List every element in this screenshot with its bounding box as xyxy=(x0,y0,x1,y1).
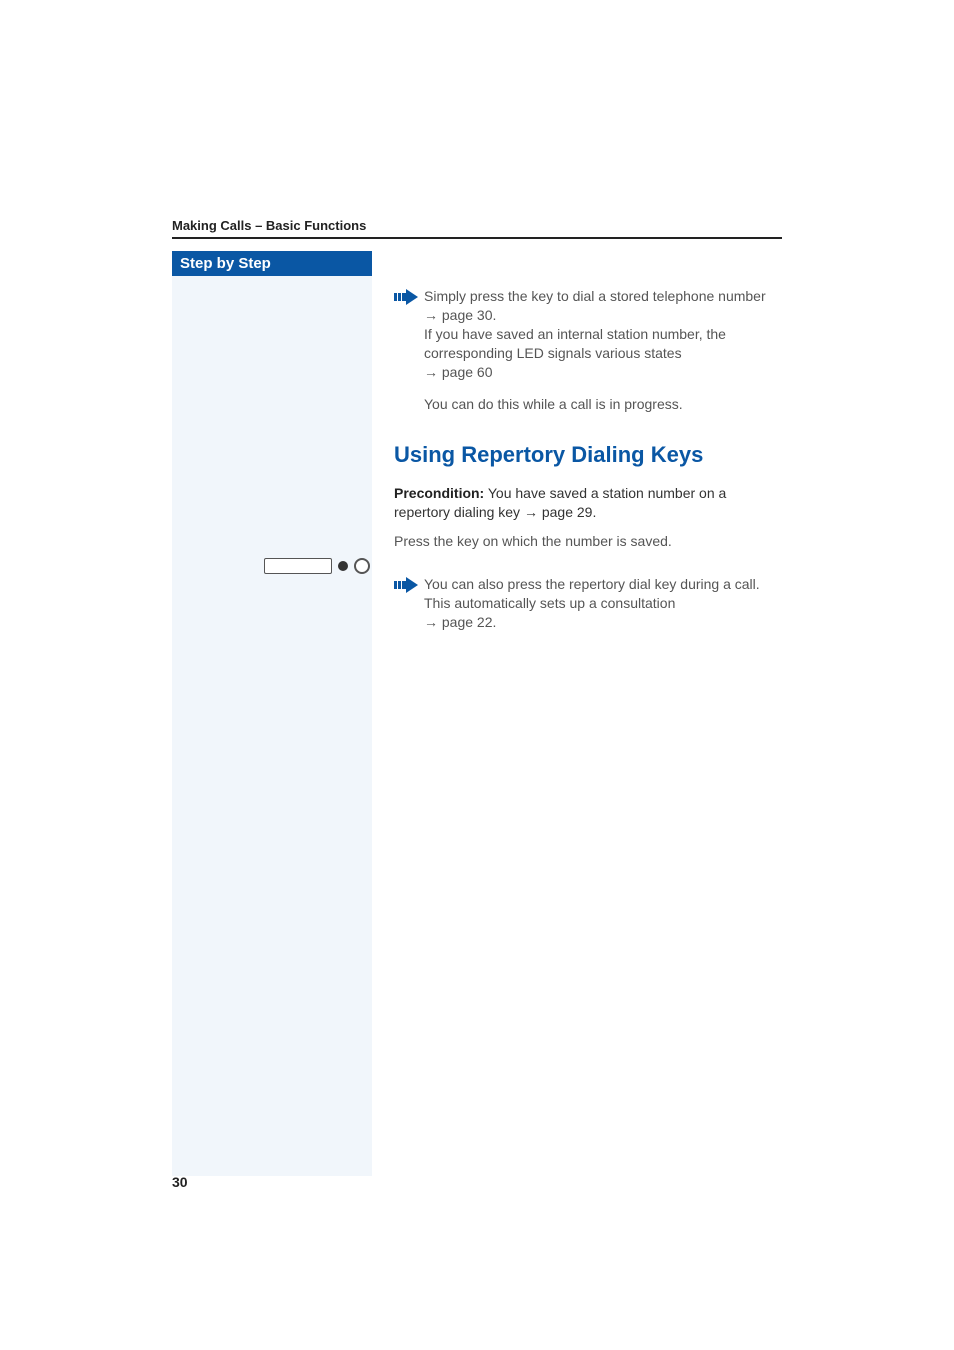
instruction-text: Press the key on which the number is sav… xyxy=(394,532,782,551)
note-arrow-icon xyxy=(394,289,418,310)
note-1-after: You can do this while a call is in progr… xyxy=(424,395,782,414)
precondition-ref: → page 29. xyxy=(524,504,596,520)
main-content: Simply press the key to dial a stored te… xyxy=(394,251,782,1176)
page-number: 30 xyxy=(172,1174,188,1190)
note-1-ref1: → page 30. xyxy=(424,307,496,323)
section-heading: Using Repertory Dialing Keys xyxy=(394,442,782,468)
note-block-1: Simply press the key to dial a stored te… xyxy=(394,287,782,381)
note-arrow-icon xyxy=(394,577,418,598)
led-off-icon xyxy=(354,558,370,574)
key-outline-icon xyxy=(264,558,332,574)
step-by-step-header: Step by Step xyxy=(172,251,372,276)
note-1-line2: If you have saved an internal station nu… xyxy=(424,326,726,361)
note-2-line1: You can also press the repertory dial ke… xyxy=(424,576,760,611)
note-2-ref: → page 22. xyxy=(424,614,496,630)
sidebar: Step by Step xyxy=(172,251,372,1176)
note-2-text: You can also press the repertory dial ke… xyxy=(424,575,782,632)
note-1-line1: Simply press the key to dial a stored te… xyxy=(424,288,766,304)
precondition-para: Precondition: You have saved a station n… xyxy=(394,484,782,522)
note-1-text: Simply press the key to dial a stored te… xyxy=(424,287,782,381)
note-block-2: You can also press the repertory dial ke… xyxy=(394,575,782,632)
sidebar-body xyxy=(172,276,372,1176)
note-1-ref2: → page 60 xyxy=(424,364,493,380)
divider xyxy=(172,237,782,239)
precondition-label: Precondition: xyxy=(394,485,484,501)
chapter-title: Making Calls – Basic Functions xyxy=(172,218,782,233)
repertory-key-illustration xyxy=(264,558,370,574)
led-on-icon xyxy=(338,561,348,571)
